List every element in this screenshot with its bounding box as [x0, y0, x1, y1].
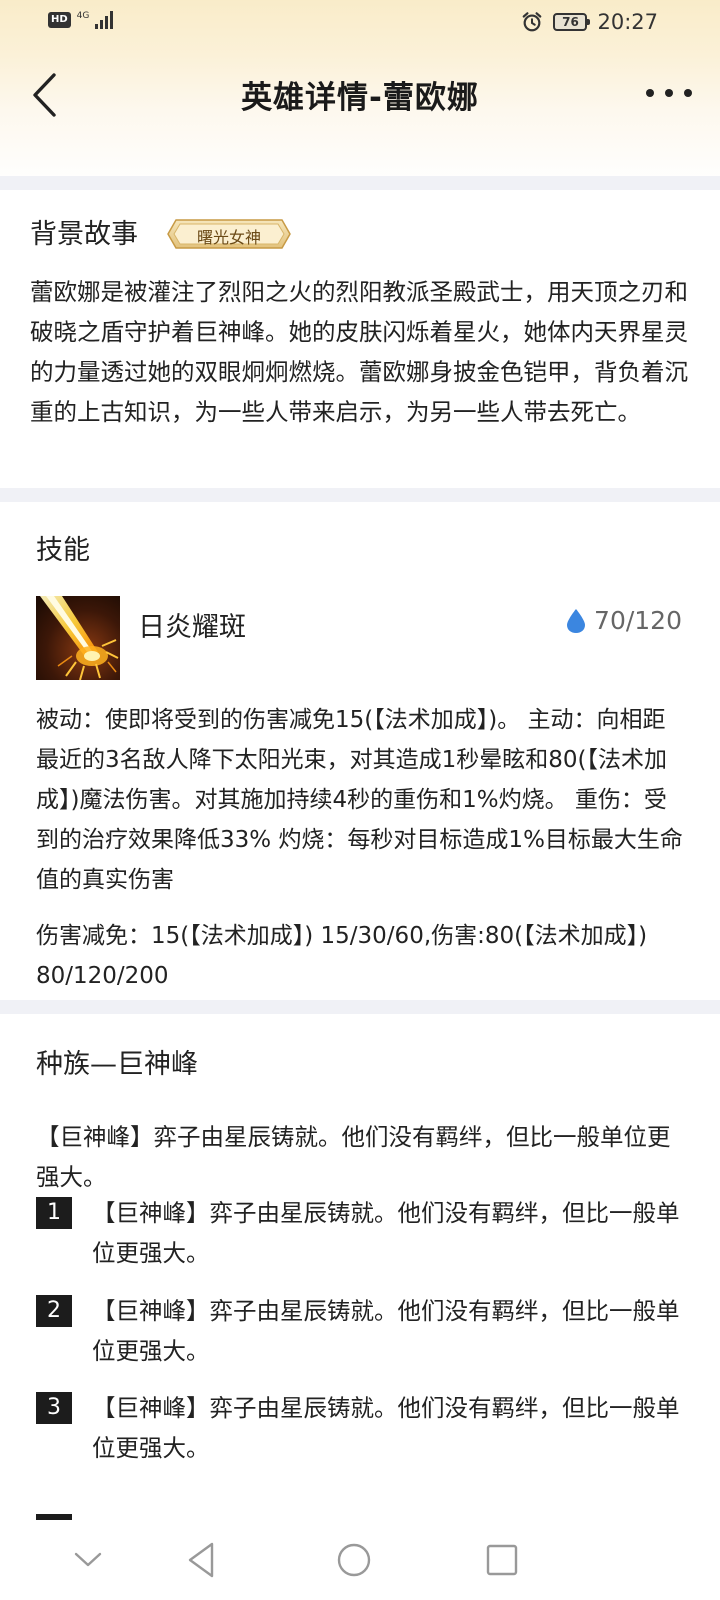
hide-nav-button[interactable] [66, 1538, 110, 1582]
system-nav-bar [0, 1522, 720, 1600]
chevron-down-icon [74, 1552, 102, 1567]
back-triangle-icon [188, 1542, 214, 1578]
signal-icon [95, 11, 114, 29]
more-dot-icon [665, 89, 673, 97]
nav-bar: 英雄详情-蕾欧娜 [0, 60, 720, 130]
skill-icon [36, 596, 120, 680]
bonus-text: 【巨神峰】弈子由星辰铸就。他们没有羁绊，但比一般单位更强大。 [92, 1297, 680, 1365]
race-intro: 【巨神峰】弈子由星辰铸就。他们没有羁绊，但比一般单位更强大。 [36, 1123, 671, 1191]
bonus-text: 【巨神峰】弈子由星辰铸就。他们没有羁绊，但比一般单位更强大。 [92, 1199, 680, 1267]
race-title: 种族—巨神峰 [36, 1049, 198, 1080]
water-drop-icon [567, 608, 586, 633]
system-back-button[interactable] [180, 1538, 224, 1582]
skills-title: 技能 [36, 535, 90, 566]
page-title: 英雄详情-蕾欧娜 [241, 80, 479, 116]
section-divider [0, 488, 720, 502]
background-story-text: 蕾欧娜是被灌注了烈阳之火的烈阳教派圣殿武士，用天顶之刃和破晓之盾守护着巨神峰。她… [30, 278, 688, 426]
more-button[interactable] [646, 82, 692, 104]
system-home-button[interactable] [332, 1538, 376, 1582]
system-recents-button[interactable] [480, 1538, 524, 1582]
more-dot-icon [684, 89, 692, 97]
badge-label: 曙光女神 [196, 228, 261, 247]
bonus-number: 2 [36, 1295, 72, 1327]
bonus-number: 3 [36, 1392, 72, 1424]
bonus-number: 1 [36, 1197, 72, 1229]
network-type: 4G [76, 10, 90, 21]
status-bar: HD 4G 76 20:27 [0, 0, 720, 48]
status-left: HD 4G [48, 10, 114, 29]
hd-badge: HD [48, 12, 71, 28]
solar-flare-icon [36, 596, 120, 680]
partial-bonus-number [36, 1514, 72, 1520]
skill-description: 被动：使即将受到的伤害减免15(【法术加成】)。 主动：向相距最近的3名敌人降下… [36, 707, 683, 893]
recents-square-icon [486, 1544, 518, 1576]
battery-level: 76 [562, 15, 579, 29]
section-divider [0, 176, 720, 190]
background-story-title: 背景故事 [30, 219, 138, 250]
mana-value: 70/120 [594, 606, 682, 635]
home-circle-icon [337, 1543, 371, 1577]
mana-cost: 70/120 [566, 606, 682, 635]
more-dot-icon [646, 89, 654, 97]
hero-title-badge: 曙光女神 [166, 218, 292, 250]
skill-values: 伤害减免：15(【法术加成】) 15/30/60,伤害:80(【法术加成】) 8… [36, 923, 648, 989]
section-divider [0, 1000, 720, 1014]
clock: 20:27 [597, 10, 658, 34]
bonus-text: 【巨神峰】弈子由星辰铸就。他们没有羁绊，但比一般单位更强大。 [92, 1394, 680, 1462]
alarm-icon [523, 12, 542, 32]
skill-name: 日炎耀斑 [138, 612, 246, 643]
battery-icon: 76 [553, 13, 591, 31]
status-right: 76 20:27 [521, 10, 658, 34]
